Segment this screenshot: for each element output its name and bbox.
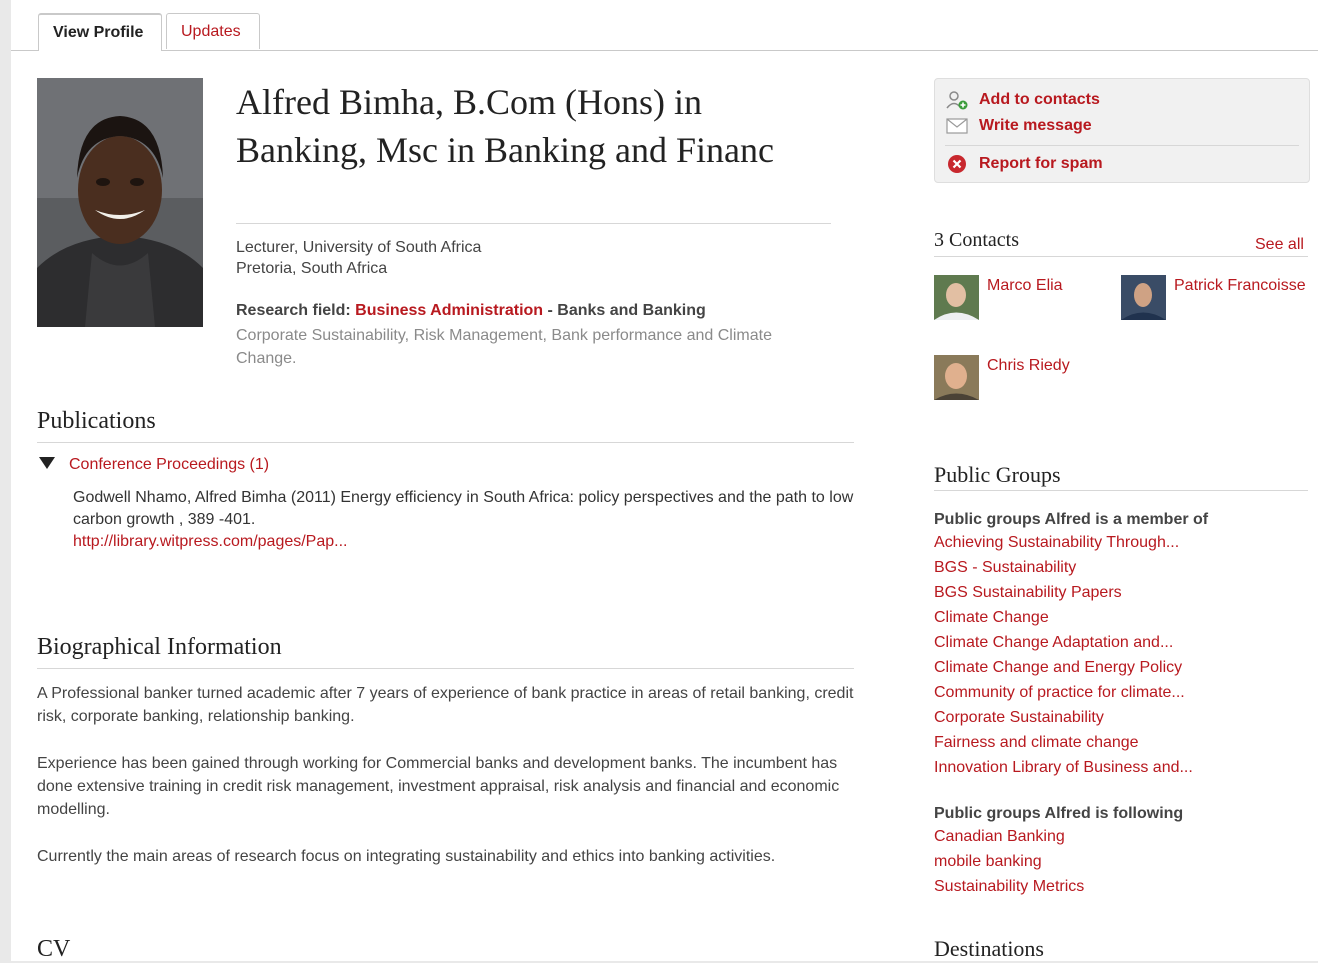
member-groups-list: Achieving Sustainability Through... BGS …	[934, 530, 1193, 780]
group-link[interactable]: Achieving Sustainability Through...	[934, 534, 1179, 551]
research-field-sub: - Banks and Banking	[543, 302, 706, 319]
group-link[interactable]: Climate Change Adaptation and...	[934, 634, 1173, 651]
group-link[interactable]: Climate Change and Energy Policy	[934, 659, 1182, 676]
contact-name[interactable]: Marco Elia	[987, 275, 1127, 296]
member-groups-heading: Public groups Alfred is a member of	[934, 511, 1209, 528]
contact-name[interactable]: Patrick Francoisse	[1174, 275, 1314, 296]
publication-link[interactable]: http://library.witpress.com/pages/Pap...	[73, 533, 347, 550]
list-item: BGS - Sustainability	[934, 555, 1193, 580]
name-divider	[236, 223, 831, 224]
contact-item[interactable]: Marco Elia	[934, 275, 1119, 321]
group-link[interactable]: Corporate Sustainability	[934, 709, 1104, 726]
public-groups-heading: Public Groups	[934, 462, 1061, 487]
add-contact-icon	[945, 90, 969, 110]
list-item: Community of practice for climate...	[934, 680, 1193, 705]
publications-heading: Publications	[37, 408, 156, 434]
tab-view-profile[interactable]: View Profile	[38, 13, 162, 51]
bio-heading: Biographical Information	[37, 634, 282, 660]
add-to-contacts-label: Add to contacts	[979, 91, 1100, 108]
profile-name: Alfred Bimha, B.Com (Hons) in Banking, M…	[236, 82, 774, 170]
bio-paragraph-2: Experience has been gained through worki…	[37, 755, 840, 818]
list-item: Sustainability Metrics	[934, 874, 1084, 899]
groups-divider	[934, 490, 1308, 491]
report-spam-button[interactable]: Report for spam	[945, 154, 1103, 174]
bio-paragraph-3: Currently the main areas of research foc…	[37, 848, 776, 865]
destinations-heading: Destinations	[934, 936, 1044, 961]
list-item: mobile banking	[934, 849, 1084, 874]
publication-category-link[interactable]: Conference Proceedings (1)	[69, 456, 269, 473]
contact-item[interactable]: Patrick Francoisse	[1121, 275, 1311, 321]
list-item: Climate Change	[934, 605, 1193, 630]
research-field: Research field: Business Administration …	[236, 302, 706, 320]
profile-photo	[37, 78, 203, 327]
contact-avatar[interactable]	[1121, 275, 1166, 320]
bio-divider	[37, 668, 854, 669]
expand-triangle-icon[interactable]	[39, 457, 55, 470]
envelope-icon	[945, 116, 969, 136]
actions-divider	[945, 145, 1299, 146]
group-link[interactable]: Community of practice for climate...	[934, 684, 1185, 701]
write-message-label: Write message	[979, 117, 1092, 134]
group-link[interactable]: Sustainability Metrics	[934, 878, 1084, 895]
left-strip	[0, 0, 11, 961]
contacts-heading: 3 Contacts	[934, 229, 1019, 251]
contacts-divider	[934, 256, 1308, 257]
profile-actions-box: Add to contacts Write message Report for…	[934, 78, 1310, 183]
publication-entry: Godwell Nhamo, Alfred Bimha (2011) Energ…	[73, 487, 863, 553]
list-item: Fairness and climate change	[934, 730, 1193, 755]
write-message-button[interactable]: Write message	[945, 116, 1092, 136]
see-all-contacts-link[interactable]: See all	[1255, 236, 1304, 254]
tab-updates[interactable]: Updates	[166, 13, 260, 49]
list-item: Climate Change Adaptation and...	[934, 630, 1193, 655]
group-link[interactable]: Fairness and climate change	[934, 734, 1139, 751]
publication-citation: Godwell Nhamo, Alfred Bimha (2011) Energ…	[73, 489, 854, 528]
list-item: Achieving Sustainability Through...	[934, 530, 1193, 555]
research-field-link[interactable]: Business Administration	[355, 302, 543, 319]
profile-tabs: View Profile Updates	[11, 6, 1318, 51]
group-link[interactable]: Innovation Library of Business and...	[934, 759, 1193, 776]
contact-item[interactable]: Chris Riedy	[934, 355, 1119, 401]
profile-position: Lecturer, University of South Africa	[236, 239, 482, 256]
contact-avatar[interactable]	[934, 355, 979, 400]
group-link[interactable]: mobile banking	[934, 853, 1042, 870]
report-x-icon	[945, 154, 969, 174]
cv-heading: CV	[37, 936, 71, 962]
add-to-contacts-button[interactable]: Add to contacts	[945, 90, 1100, 110]
following-groups-list: Canadian Banking mobile banking Sustaina…	[934, 824, 1084, 899]
publication-category[interactable]: Conference Proceedings (1)	[39, 456, 269, 474]
list-item: Innovation Library of Business and...	[934, 755, 1193, 780]
group-link[interactable]: Climate Change	[934, 609, 1049, 626]
bio-paragraph-1: A Professional banker turned academic af…	[37, 685, 854, 725]
research-keywords: Corporate Sustainability, Risk Managemen…	[236, 327, 772, 367]
profile-page: View Profile Updates Alfred Bimha, B.Com…	[11, 0, 1318, 962]
list-item: Climate Change and Energy Policy	[934, 655, 1193, 680]
group-link[interactable]: BGS Sustainability Papers	[934, 584, 1122, 601]
list-item: Canadian Banking	[934, 824, 1084, 849]
list-item: Corporate Sustainability	[934, 705, 1193, 730]
publications-divider	[37, 442, 854, 443]
following-groups-heading: Public groups Alfred is following	[934, 805, 1184, 822]
group-link[interactable]: Canadian Banking	[934, 828, 1065, 845]
contact-name[interactable]: Chris Riedy	[987, 355, 1127, 376]
group-link[interactable]: BGS - Sustainability	[934, 559, 1076, 576]
contact-avatar[interactable]	[934, 275, 979, 320]
profile-location: Pretoria, South Africa	[236, 260, 388, 277]
list-item: BGS Sustainability Papers	[934, 580, 1193, 605]
report-spam-label: Report for spam	[979, 155, 1103, 172]
research-field-label: Research field:	[236, 302, 351, 319]
